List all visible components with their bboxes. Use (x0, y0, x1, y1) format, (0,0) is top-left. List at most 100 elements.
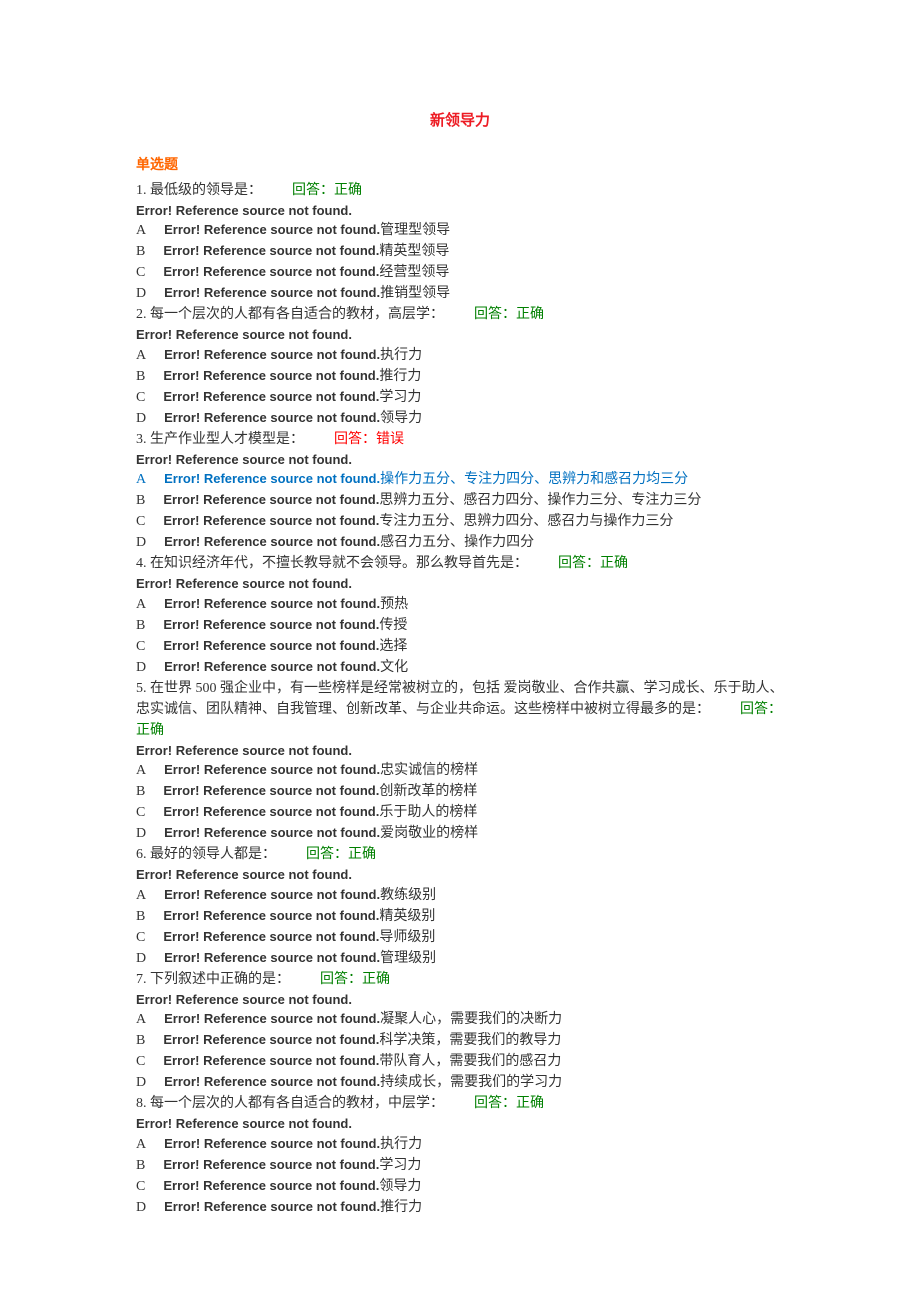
option-text: 推销型领导 (380, 286, 450, 301)
option-line: DError! Reference source not found.持续成长，… (136, 1072, 784, 1093)
option-letter: C (136, 930, 145, 945)
question-text: 在世界 500 强企业中，有一些榜样是经常被树立的，包括 爱岗敬业、合作共赢、学… (136, 681, 784, 717)
option-letter: D (136, 826, 146, 841)
option-letter: A (136, 472, 146, 487)
option-line: DError! Reference source not found.文化 (136, 657, 784, 678)
option-letter: A (136, 888, 146, 903)
feedback-label: 回答： (320, 972, 362, 987)
question-block: 3. 生产作业型人才模型是： 回答：错误 Error! Reference sour… (136, 429, 784, 554)
error-reference-text: Error! Reference source not found. (136, 1114, 784, 1134)
question-block: 6. 最好的领导人都是：回答：正确Error! Reference source… (136, 844, 784, 969)
error-reference-text: Error! Reference source not found. (164, 950, 380, 965)
error-reference-text: Error! Reference source not found. (136, 201, 784, 221)
question-text: 下列叙述中正确的是： (147, 972, 291, 987)
error-reference-text: Error! Reference source not found. (164, 1199, 380, 1214)
feedback-value: 正确 (516, 307, 544, 322)
questions-container: 1. 最低级的领导是：回答：正确Error! Reference source … (136, 180, 784, 1218)
option-letter: D (136, 951, 146, 966)
option-line: CError! Reference source not found.领导力 (136, 1176, 784, 1197)
option-text: 推行力 (380, 1200, 422, 1215)
answer-feedback: 回答：正确 (558, 556, 628, 571)
question-header: 3. 生产作业型人才模型是： 回答：错误 (136, 429, 784, 450)
option-text: 爱岗敬业的榜样 (380, 826, 478, 841)
option-letter: A (136, 223, 146, 238)
question-block: 1. 最低级的领导是：回答：正确Error! Reference source … (136, 180, 784, 305)
option-line: BError! Reference source not found.创新改革的… (136, 781, 784, 802)
option-text: 教练级别 (380, 888, 436, 903)
question-block: 5. 在世界 500 强企业中，有一些榜样是经常被树立的，包括 爱岗敬业、合作共… (136, 678, 784, 845)
option-text: 学习力 (379, 1158, 421, 1173)
error-reference-text: Error! Reference source not found. (163, 368, 379, 383)
option-letter: A (136, 1012, 146, 1027)
option-letter: C (136, 265, 145, 280)
option-text: 学习力 (379, 390, 421, 405)
feedback-label: 回答： (558, 556, 600, 571)
error-reference-text: Error! Reference source not found. (163, 513, 379, 528)
option-text: 精英型领导 (379, 244, 449, 259)
option-letter: D (136, 660, 146, 675)
answer-feedback: 回答：正确 (292, 183, 362, 198)
option-line: CError! Reference source not found.学习力 (136, 387, 784, 408)
option-letter: C (136, 1179, 145, 1194)
feedback-value: 错误 (376, 432, 404, 447)
option-text: 传授 (379, 618, 407, 633)
option-line: AError! Reference source not found.凝聚人心，… (136, 1009, 784, 1030)
question-block: 2. 每一个层次的人都有各自适合的教材，高层学：回答：正确Error! Refe… (136, 304, 784, 429)
error-reference-text: Error! Reference source not found. (163, 783, 379, 798)
option-letter: B (136, 369, 145, 384)
option-text: 创新改革的榜样 (379, 784, 477, 799)
option-text: 推行力 (379, 369, 421, 384)
error-reference-text: Error! Reference source not found. (164, 222, 380, 237)
question-text: 在知识经济年代，不擅长教导就不会领导。那么教导首先是： (147, 556, 529, 571)
option-line: BError! Reference source not found.科学决策，… (136, 1030, 784, 1051)
option-text: 忠实诚信的榜样 (380, 763, 478, 778)
error-reference-text: Error! Reference source not found. (163, 804, 379, 819)
option-letter: D (136, 411, 146, 426)
error-reference-text: Error! Reference source not found. (163, 1053, 379, 1068)
error-reference-text: Error! Reference source not found. (164, 410, 380, 425)
option-line: CError! Reference source not found.经营型领导 (136, 262, 784, 283)
feedback-label: 回答： (334, 432, 376, 447)
option-letter: C (136, 639, 145, 654)
option-line: AError! Reference source not found.执行力 (136, 345, 784, 366)
option-text: 导师级别 (379, 930, 435, 945)
error-reference-text: Error! Reference source not found. (163, 243, 379, 258)
option-line: DError! Reference source not found.感召力五分… (136, 532, 784, 553)
question-header: 7. 下列叙述中正确的是：回答：正确 (136, 969, 784, 990)
option-letter: B (136, 909, 145, 924)
question-number: 3. (136, 432, 147, 447)
option-letter: C (136, 805, 145, 820)
error-reference-text: Error! Reference source not found. (136, 990, 784, 1010)
question-text: 每一个层次的人都有各自适合的教材，中层学： (147, 1096, 445, 1111)
question-header: 4. 在知识经济年代，不擅长教导就不会领导。那么教导首先是：回答：正确 (136, 553, 784, 574)
option-line: D Error! Reference source not found.推行力 (136, 1197, 784, 1218)
option-letter: A (136, 763, 146, 778)
question-text: 生产作业型人才模型是： (147, 432, 305, 447)
error-reference-text: Error! Reference source not found. (136, 574, 784, 594)
option-line: AError! Reference source not found.管理型领导 (136, 220, 784, 241)
option-letter: A (136, 597, 146, 612)
feedback-value: 正确 (334, 183, 362, 198)
question-number: 7. (136, 972, 147, 987)
answer-feedback: 回答：错误 (334, 432, 404, 447)
answer-feedback: 回答：正确 (306, 847, 376, 862)
option-line: B Error! Reference source not found.推行力 (136, 366, 784, 387)
option-line: D Error! Reference source not found.管理级别 (136, 948, 784, 969)
option-letter: A (136, 1137, 146, 1152)
option-letter: B (136, 1158, 145, 1173)
option-text: 管理级别 (380, 951, 436, 966)
question-number: 5. (136, 681, 147, 696)
option-letter: D (136, 1200, 146, 1215)
option-text: 经营型领导 (379, 265, 449, 280)
option-line: BError! Reference source not found.学习力 (136, 1155, 784, 1176)
question-block: 4. 在知识经济年代，不擅长教导就不会领导。那么教导首先是：回答：正确Error… (136, 553, 784, 678)
error-reference-text: Error! Reference source not found. (136, 450, 784, 470)
error-reference-text: Error! Reference source not found. (164, 1011, 380, 1026)
error-reference-text: Error! Reference source not found. (163, 929, 379, 944)
option-line: CError! Reference source not found.带队育人，… (136, 1051, 784, 1072)
option-text: 操作力五分、专注力四分、思辨力和感召力均三分 (380, 472, 688, 487)
feedback-label: 回答： (306, 847, 348, 862)
option-text: 执行力 (380, 1137, 422, 1152)
question-number: 1. (136, 183, 147, 198)
error-reference-text: Error! Reference source not found. (164, 285, 380, 300)
